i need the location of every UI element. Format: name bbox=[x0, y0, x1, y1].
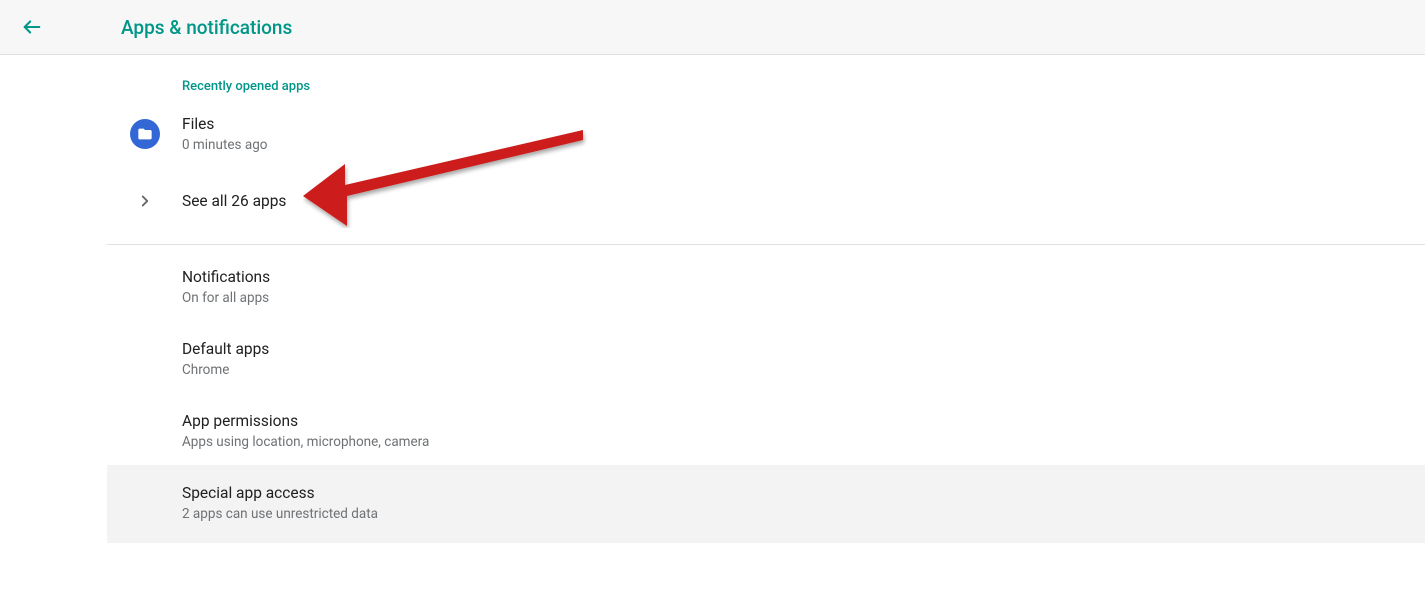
notifications-title: Notifications bbox=[182, 267, 270, 288]
special-app-access-title: Special app access bbox=[182, 483, 378, 504]
default-apps-subtitle: Chrome bbox=[182, 361, 269, 379]
default-apps-row[interactable]: Default apps Chrome bbox=[107, 321, 1425, 393]
chevron-right-icon bbox=[136, 192, 154, 210]
notifications-subtitle: On for all apps bbox=[182, 289, 270, 307]
section-header-recent: Recently opened apps bbox=[107, 55, 1425, 100]
recent-app-subtitle: 0 minutes ago bbox=[182, 136, 267, 154]
header: Apps & notifications bbox=[0, 0, 1425, 55]
files-app-icon bbox=[130, 119, 160, 149]
app-permissions-row[interactable]: App permissions Apps using location, mic… bbox=[107, 393, 1425, 465]
special-app-access-subtitle: 2 apps can use unrestricted data bbox=[182, 505, 378, 523]
default-apps-title: Default apps bbox=[182, 339, 269, 360]
app-permissions-title: App permissions bbox=[182, 411, 429, 432]
special-app-access-row[interactable]: Special app access 2 apps can use unrest… bbox=[107, 465, 1425, 543]
page-title: Apps & notifications bbox=[121, 16, 292, 39]
arrow-back-icon bbox=[21, 16, 43, 38]
notifications-row[interactable]: Notifications On for all apps bbox=[107, 245, 1425, 321]
back-button[interactable] bbox=[20, 15, 44, 39]
app-permissions-subtitle: Apps using location, microphone, camera bbox=[182, 433, 429, 451]
recent-app-files[interactable]: Files 0 minutes ago bbox=[107, 100, 1425, 168]
see-all-apps[interactable]: See all 26 apps bbox=[107, 168, 1425, 234]
recent-app-name: Files bbox=[182, 114, 267, 135]
content-area: Recently opened apps Files 0 minutes ago… bbox=[0, 55, 1425, 543]
see-all-apps-label: See all 26 apps bbox=[182, 191, 286, 212]
